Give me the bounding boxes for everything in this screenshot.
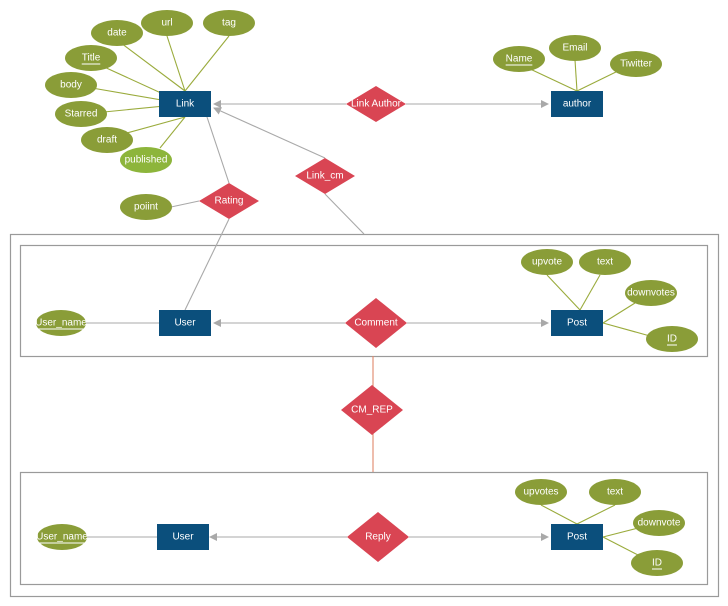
attribute-downvotes-label: downvotes: [627, 288, 675, 299]
attribute-user-name-label: User_name: [35, 318, 87, 329]
attribute-url-label: url: [161, 18, 172, 29]
attribute-connector: [184, 35, 230, 92]
link-cm-to-link-line: [213, 107, 326, 159]
attribute-point-label: poiint: [134, 202, 158, 213]
relationship-link-cm-label: Link_cm: [306, 171, 343, 182]
link-cm-to-comment-box-line: [324, 193, 365, 235]
attribute-connector: [540, 504, 578, 525]
attribute-connector: [159, 116, 186, 149]
attribute-user-name-label: User_name: [36, 532, 88, 543]
attribute-connector: [166, 35, 186, 92]
attribute-downvote-label: downvote: [638, 518, 681, 529]
attribute-connector: [602, 527, 639, 538]
relationship-comment-label: Comment: [354, 318, 398, 329]
attribute-upvote-label: upvote: [532, 257, 562, 268]
entity-post-reply-label: Post: [567, 532, 587, 543]
attribute-connector: [576, 504, 616, 525]
attribute-date-label: date: [107, 28, 127, 39]
attribute-id-label: ID: [652, 558, 662, 569]
attribute-connector: [116, 39, 186, 92]
entity-author-label: author: [563, 99, 592, 110]
attribute-starred-label: Starred: [65, 109, 98, 120]
attribute-connector: [527, 67, 578, 92]
er-diagram-canvas: Link author User Post User Post Link Author Lin…: [9, 10, 720, 598]
attribute-author-name-label: Name: [506, 54, 533, 65]
attribute-text-label: text: [607, 487, 623, 498]
entity-post-comment-label: Post: [567, 318, 587, 329]
attribute-upvotes-label: upvotes: [523, 487, 558, 498]
rating-to-point-line: [170, 200, 200, 208]
attribute-id-label: ID: [667, 334, 677, 345]
attribute-body-label: body: [60, 80, 82, 91]
rating-to-user-line: [184, 218, 230, 311]
attribute-draft-label: draft: [97, 135, 117, 146]
attribute-author-twitter-label: Tiwitter: [620, 59, 653, 70]
er-diagram: Link author User Post User Post Link Author Lin…: [0, 0, 728, 606]
attribute-connector: [574, 59, 578, 92]
attribute-text-label: text: [597, 257, 613, 268]
relationship-reply-label: Reply: [365, 532, 391, 543]
attribute-title-label: Title: [82, 53, 101, 64]
attribute-connector: [546, 274, 581, 311]
relationship-link-author-label: Link Author: [351, 99, 402, 110]
attribute-connector: [576, 69, 621, 92]
attribute-connector: [126, 116, 186, 134]
attribute-tag-label: tag: [222, 18, 236, 29]
attribute-connector: [602, 536, 641, 557]
attribute-connector: [602, 302, 636, 324]
relationship-rating-label: Rating: [215, 196, 244, 207]
attribute-published-label: published: [125, 155, 168, 166]
entity-link-label: Link: [176, 99, 195, 110]
attribute-author-email-label: Email: [562, 43, 587, 54]
entity-user-reply-label: User: [172, 532, 194, 543]
rating-to-link-line: [206, 116, 230, 184]
attribute-connector: [602, 322, 651, 337]
relationship-cm-rep-label: CM_REP: [351, 405, 393, 416]
attribute-connector: [579, 274, 601, 311]
entity-user-comment-label: User: [174, 318, 196, 329]
